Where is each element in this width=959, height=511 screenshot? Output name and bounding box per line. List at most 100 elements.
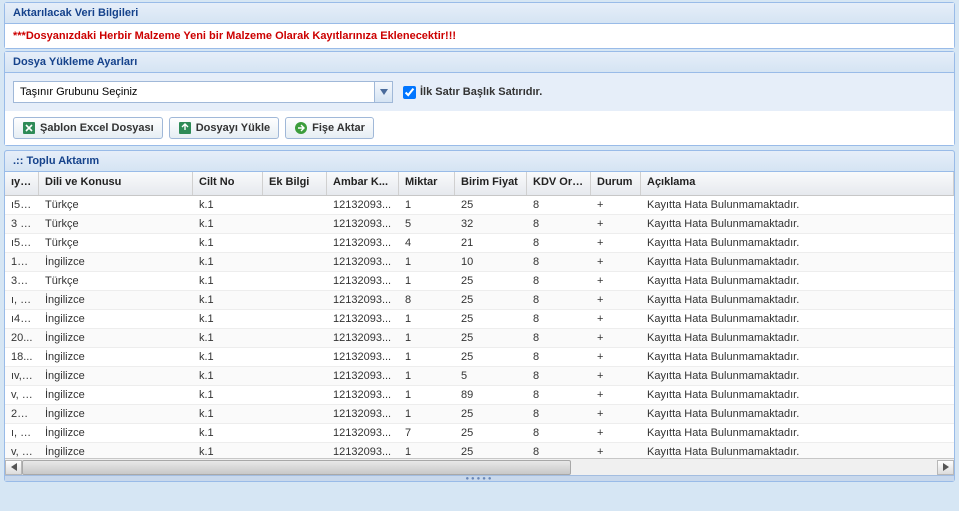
- cell-c8: +: [591, 311, 641, 327]
- col-qty[interactable]: Miktar: [399, 172, 455, 195]
- cell-c3: [263, 450, 327, 454]
- cell-c1: İngilizce: [39, 292, 193, 308]
- cell-c0: ı, 3...: [5, 425, 39, 441]
- cell-c6: 25: [455, 273, 527, 289]
- cell-c7: 8: [527, 330, 591, 346]
- cell-c2: k.1: [193, 387, 263, 403]
- table-row[interactable]: 18...İngilizcek.112132093...1258+Kayıtta…: [5, 348, 954, 367]
- cell-c6: 25: [455, 406, 527, 422]
- cell-c8: +: [591, 216, 641, 232]
- cell-c8: +: [591, 349, 641, 365]
- cell-c3: [263, 241, 327, 245]
- cell-c9: Kayıtta Hata Bulunmamaktadır.: [641, 216, 954, 232]
- grid-body[interactable]: ı5 s...Türkçek.112132093...1258+Kayıtta …: [5, 196, 954, 458]
- cell-c4: 12132093...: [327, 311, 399, 327]
- col-kdv[interactable]: KDV Ora...: [527, 172, 591, 195]
- cell-c1: Türkçe: [39, 273, 193, 289]
- cell-c5: 1: [399, 273, 455, 289]
- cell-c0: 165...: [5, 254, 39, 270]
- cell-c8: +: [591, 197, 641, 213]
- group-select[interactable]: [13, 81, 393, 103]
- table-row[interactable]: ı4 s...İngilizcek.112132093...1258+Kayıt…: [5, 310, 954, 329]
- cell-c4: 12132093...: [327, 444, 399, 458]
- cell-c3: [263, 412, 327, 416]
- cell-c5: 5: [399, 216, 455, 232]
- cell-c2: k.1: [193, 425, 263, 441]
- col-page[interactable]: ıyfa...: [5, 172, 39, 195]
- cell-c2: k.1: [193, 216, 263, 232]
- table-row[interactable]: 256...İngilizcek.112132093...1258+Kayıtt…: [5, 405, 954, 424]
- table-row[interactable]: ı, 3...İngilizcek.112132093...7258+Kayıt…: [5, 424, 954, 443]
- cell-c1: İngilizce: [39, 330, 193, 346]
- table-row[interactable]: ı5 s...Türkçek.112132093...1258+Kayıtta …: [5, 196, 954, 215]
- scroll-track[interactable]: [22, 460, 937, 475]
- cell-c5: 8: [399, 292, 455, 308]
- cell-c2: k.1: [193, 235, 263, 251]
- cell-c1: İngilizce: [39, 368, 193, 384]
- cell-c3: [263, 298, 327, 302]
- cell-c7: 8: [527, 368, 591, 384]
- cell-c6: 25: [455, 311, 527, 327]
- transfer-button[interactable]: Fişe Aktar: [285, 117, 374, 139]
- table-row[interactable]: 3 s...Türkçek.112132093...5328+Kayıtta H…: [5, 215, 954, 234]
- cell-c5: 1: [399, 330, 455, 346]
- group-select-trigger[interactable]: [374, 82, 392, 102]
- cell-c3: [263, 336, 327, 340]
- col-volume[interactable]: Cilt No: [193, 172, 263, 195]
- cell-c0: ı5 s...: [5, 197, 39, 213]
- cell-c6: 21: [455, 235, 527, 251]
- cell-c0: ı4 s...: [5, 311, 39, 327]
- cell-c8: +: [591, 368, 641, 384]
- table-row[interactable]: v, 2...İngilizcek.112132093...1258+Kayıt…: [5, 443, 954, 458]
- cell-c8: +: [591, 444, 641, 458]
- first-row-header-checkbox[interactable]: [403, 86, 416, 99]
- cell-c9: Kayıtta Hata Bulunmamaktadır.: [641, 425, 954, 441]
- col-ambar[interactable]: Ambar K...: [327, 172, 399, 195]
- group-select-input[interactable]: [14, 82, 374, 102]
- scroll-right-button[interactable]: [937, 460, 954, 475]
- col-lang[interactable]: Dili ve Konusu: [39, 172, 193, 195]
- table-row[interactable]: 165...İngilizcek.112132093...1108+Kayıtt…: [5, 253, 954, 272]
- upload-settings-panel: Dosya Yükleme Ayarları İlk Satır Başlık …: [4, 51, 955, 146]
- col-price[interactable]: Birim Fiyat: [455, 172, 527, 195]
- col-desc[interactable]: Açıklama: [641, 172, 954, 195]
- cell-c4: 12132093...: [327, 292, 399, 308]
- cell-c7: 8: [527, 216, 591, 232]
- table-row[interactable]: ı5 s...Türkçek.112132093...4218+Kayıtta …: [5, 234, 954, 253]
- cell-c3: [263, 393, 327, 397]
- cell-c2: k.1: [193, 330, 263, 346]
- cell-c8: +: [591, 425, 641, 441]
- horizontal-scrollbar[interactable]: [5, 458, 954, 475]
- cell-c1: İngilizce: [39, 406, 193, 422]
- table-row[interactable]: v, 5...İngilizcek.112132093...1898+Kayıt…: [5, 386, 954, 405]
- table-row[interactable]: ıv, 3...İngilizcek.112132093...158+Kayıt…: [5, 367, 954, 386]
- col-extra[interactable]: Ek Bilgi: [263, 172, 327, 195]
- info-panel-title: Aktarılacak Veri Bilgileri: [5, 3, 954, 24]
- cell-c4: 12132093...: [327, 349, 399, 365]
- cell-c9: Kayıtta Hata Bulunmamaktadır.: [641, 311, 954, 327]
- table-row[interactable]: 354...Türkçek.112132093...1258+Kayıtta H…: [5, 272, 954, 291]
- cell-c4: 12132093...: [327, 273, 399, 289]
- cell-c3: [263, 317, 327, 321]
- cell-c8: +: [591, 292, 641, 308]
- scroll-thumb[interactable]: [22, 460, 571, 475]
- cell-c7: 8: [527, 444, 591, 458]
- table-row[interactable]: ı, 2...İngilizcek.112132093...8258+Kayıt…: [5, 291, 954, 310]
- col-status[interactable]: Durum: [591, 172, 641, 195]
- table-row[interactable]: 20...İngilizcek.112132093...1258+Kayıtta…: [5, 329, 954, 348]
- cell-c4: 12132093...: [327, 254, 399, 270]
- cell-c0: 20...: [5, 330, 39, 346]
- cell-c6: 25: [455, 425, 527, 441]
- template-excel-button[interactable]: Şablon Excel Dosyası: [13, 117, 163, 139]
- cell-c5: 1: [399, 406, 455, 422]
- cell-c2: k.1: [193, 349, 263, 365]
- cell-c7: 8: [527, 254, 591, 270]
- scroll-left-button[interactable]: [5, 460, 22, 475]
- excel-icon: [22, 121, 36, 135]
- cell-c4: 12132093...: [327, 406, 399, 422]
- first-row-header-checkbox-wrap[interactable]: İlk Satır Başlık Satırıdır.: [403, 86, 542, 99]
- upload-file-button[interactable]: Dosyayı Yükle: [169, 117, 279, 139]
- cell-c3: [263, 279, 327, 283]
- resize-handle[interactable]: ●●●●●: [5, 475, 954, 481]
- cell-c1: İngilizce: [39, 425, 193, 441]
